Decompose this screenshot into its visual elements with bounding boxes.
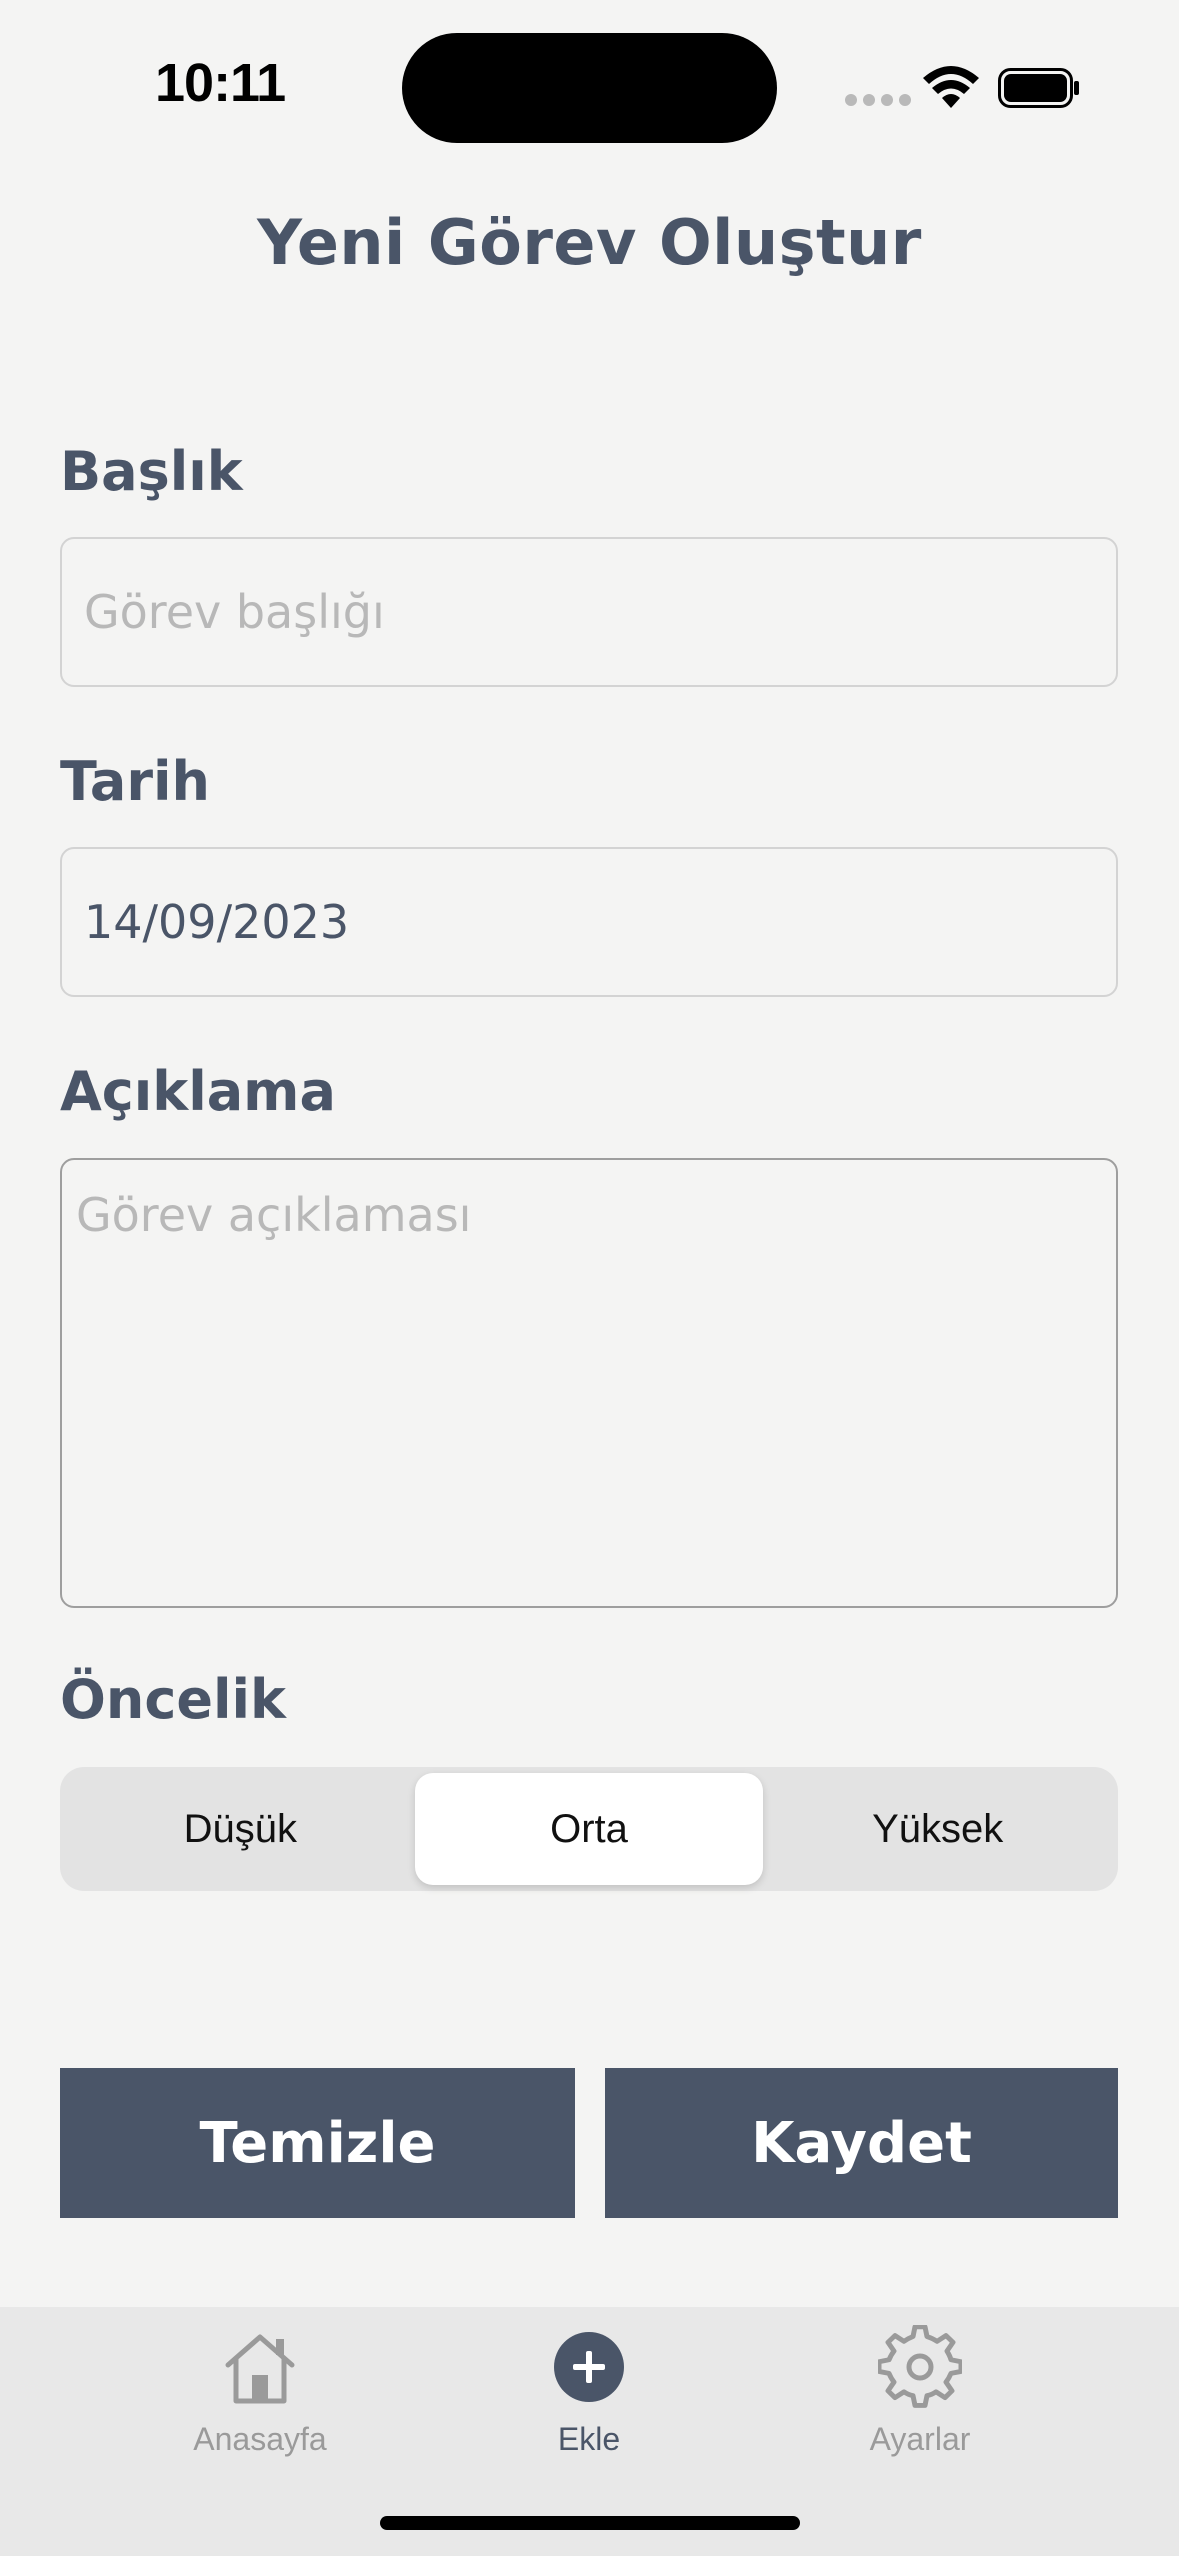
- description-placeholder: Görev açıklaması: [76, 1188, 472, 1242]
- priority-option-low[interactable]: Düşük: [66, 1773, 415, 1885]
- tab-add-label: Ekle: [557, 2421, 621, 2457]
- description-textarea[interactable]: Görev açıklaması: [60, 1158, 1118, 1608]
- clear-button[interactable]: Temizle: [60, 2068, 575, 2218]
- priority-option-medium[interactable]: Orta: [414, 1773, 764, 1885]
- date-input[interactable]: 14/09/2023: [60, 847, 1118, 997]
- date-label: Tarih: [60, 750, 210, 813]
- tab-add[interactable]: Ekle: [469, 2325, 709, 2458]
- gear-icon: [878, 2325, 962, 2408]
- page-title: Yeni Görev Oluştur: [257, 206, 922, 279]
- screen: 10:11 Yeni Görev Oluştur Başlık Görev ba…: [0, 0, 1179, 2556]
- home-icon: [225, 2334, 295, 2404]
- title-label: Başlık: [60, 440, 243, 503]
- tab-settings[interactable]: Ayarlar: [800, 2325, 1040, 2458]
- priority-label: Öncelik: [60, 1668, 286, 1731]
- battery-icon: [998, 68, 1079, 108]
- date-value: 14/09/2023: [84, 895, 350, 949]
- status-time: 10:11: [155, 53, 286, 113]
- plus-circle-icon: [554, 2332, 624, 2402]
- title-input-placeholder: Görev başlığı: [84, 585, 385, 639]
- save-button[interactable]: Kaydet: [605, 2068, 1118, 2218]
- tab-home-label: Anasayfa: [193, 2421, 327, 2457]
- cellular-signal-icon: [845, 94, 911, 106]
- tab-settings-label: Ayarlar: [869, 2421, 971, 2457]
- title-input[interactable]: Görev başlığı: [60, 537, 1118, 687]
- dynamic-island: [402, 33, 777, 143]
- tab-home[interactable]: Anasayfa: [140, 2325, 380, 2458]
- priority-option-high[interactable]: Yüksek: [763, 1773, 1112, 1885]
- description-label: Açıklama: [60, 1060, 336, 1123]
- priority-segmented-control: Düşük Orta Yüksek: [60, 1767, 1118, 1891]
- home-indicator[interactable]: [380, 2516, 800, 2530]
- wifi-icon: [923, 66, 979, 108]
